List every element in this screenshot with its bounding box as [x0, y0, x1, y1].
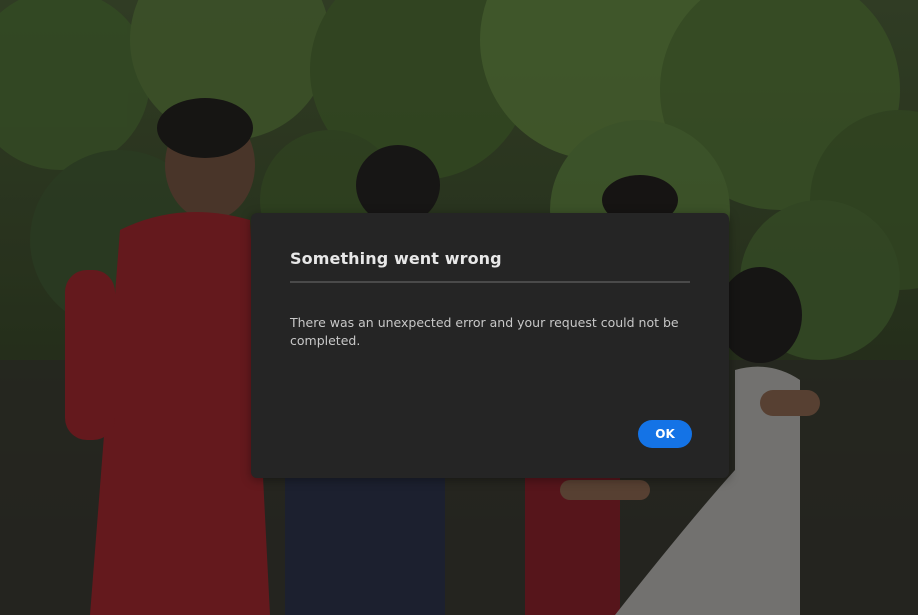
dialog-divider	[290, 281, 690, 283]
error-dialog: Something went wrong There was an unexpe…	[251, 213, 729, 478]
ok-button[interactable]: OK	[638, 420, 692, 448]
dialog-title: Something went wrong	[290, 249, 502, 268]
dialog-message: There was an unexpected error and your r…	[290, 315, 679, 348]
app-window: Something went wrong There was an unexpe…	[0, 0, 918, 615]
